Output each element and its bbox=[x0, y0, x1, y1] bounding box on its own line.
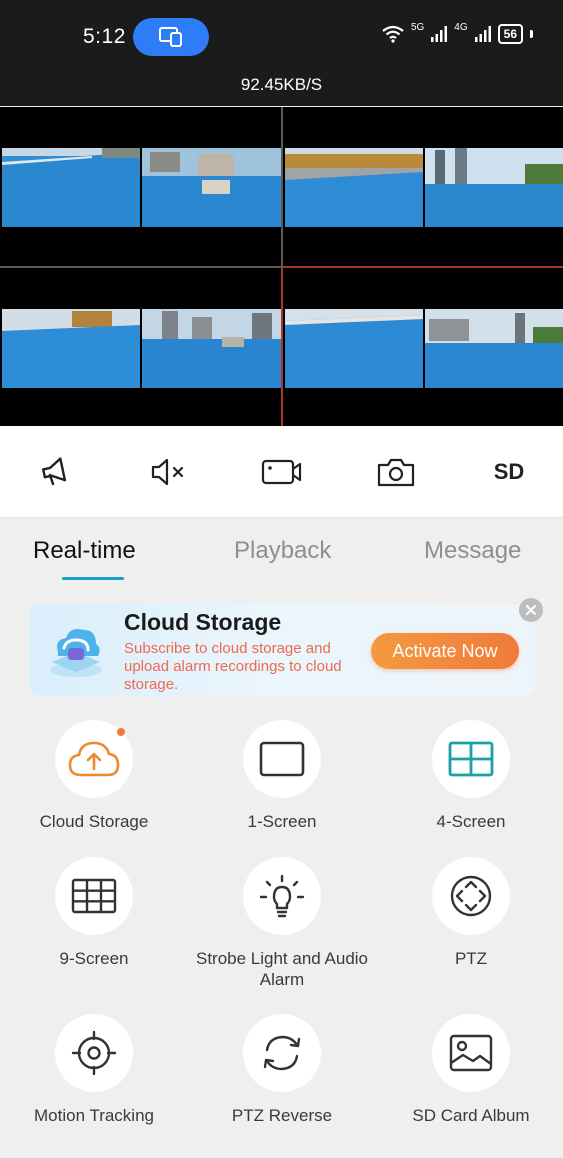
active-tab-indicator bbox=[62, 577, 124, 580]
video-cell-2[interactable] bbox=[283, 107, 563, 266]
ptz-icon bbox=[450, 875, 492, 917]
camera-feed-image bbox=[142, 148, 281, 227]
feature-ptz-reverse[interactable]: PTZ Reverse bbox=[188, 1014, 376, 1126]
screen-cast-icon bbox=[159, 27, 182, 47]
feature-icon-circle bbox=[55, 857, 133, 935]
feature-icon-circle bbox=[432, 857, 510, 935]
feature-cloud-storage[interactable]: Cloud Storage bbox=[0, 720, 188, 832]
screen-cast-button[interactable] bbox=[133, 18, 209, 56]
playback-control-bar: SD bbox=[0, 426, 563, 518]
feature-ptz[interactable]: PTZ bbox=[377, 857, 563, 969]
banner-description: Subscribe to cloud storage and upload al… bbox=[124, 640, 342, 693]
camera-feed-image bbox=[2, 148, 140, 227]
feature-icon-circle bbox=[55, 720, 133, 798]
battery-tip bbox=[530, 30, 533, 38]
crosshair-icon bbox=[71, 1030, 117, 1076]
snapshot-button[interactable] bbox=[374, 452, 418, 492]
feature-sd-card-album[interactable]: SD Card Album bbox=[377, 1014, 563, 1126]
tab-playback[interactable]: Playback bbox=[234, 537, 331, 565]
status-indicators: 5G 4G 56 bbox=[381, 21, 533, 44]
stream-speed-bar: 92.45KB/S bbox=[0, 75, 563, 106]
tab-bar: Real-time Playback Message bbox=[0, 519, 563, 589]
feature-icon-circle bbox=[243, 857, 321, 935]
nine-screen-icon bbox=[71, 878, 117, 914]
four-screen-icon bbox=[448, 741, 494, 777]
banner-title: Cloud Storage bbox=[124, 609, 282, 635]
feature-label: Strobe Light and Audio Alarm bbox=[195, 949, 369, 989]
mute-button[interactable] bbox=[147, 452, 191, 492]
signal-bars-icon bbox=[431, 26, 448, 42]
camera-feed-image bbox=[285, 309, 423, 388]
camera-feed-image bbox=[285, 148, 423, 227]
camera-feed-image bbox=[2, 309, 140, 388]
tab-message[interactable]: Message bbox=[424, 537, 521, 565]
close-icon bbox=[526, 605, 536, 615]
network-4g-label: 4G bbox=[454, 21, 468, 33]
feature-label: PTZ bbox=[454, 949, 488, 968]
feature-label: PTZ Reverse bbox=[231, 1106, 333, 1125]
feature-motion-tracking[interactable]: Motion Tracking bbox=[0, 1014, 188, 1126]
video-grid[interactable] bbox=[0, 107, 563, 427]
feature-label: 9-Screen bbox=[59, 949, 129, 968]
camera-feed-image bbox=[142, 309, 281, 388]
single-screen-icon bbox=[259, 741, 305, 777]
selected-cell-border bbox=[281, 268, 283, 426]
tab-real-time[interactable]: Real-time bbox=[33, 537, 136, 565]
stream-speed: 92.45KB/S bbox=[240, 75, 323, 94]
selected-cell-border bbox=[283, 266, 563, 268]
feature-4-screen[interactable]: 4-Screen bbox=[377, 720, 563, 832]
video-camera-icon bbox=[261, 459, 302, 485]
battery-indicator: 56 bbox=[497, 24, 523, 44]
network-5g-label: 5G bbox=[410, 21, 425, 33]
signal-bars-icon bbox=[474, 26, 491, 42]
feature-icon-circle bbox=[243, 1014, 321, 1092]
activate-now-button[interactable]: Activate Now bbox=[371, 633, 519, 669]
feature-icon-circle bbox=[432, 1014, 510, 1092]
image-album-icon bbox=[449, 1034, 493, 1072]
status-bar: 5:12 5G 4G 56 bbox=[0, 0, 563, 76]
feature-strobe-light-audio-alarm[interactable]: Strobe Light and Audio Alarm bbox=[188, 857, 376, 990]
feature-1-screen[interactable]: 1-Screen bbox=[188, 720, 376, 832]
resolution-toggle[interactable]: SD bbox=[487, 452, 531, 492]
wifi-icon bbox=[382, 25, 404, 43]
cloud-upload-icon bbox=[68, 741, 120, 777]
feature-label: SD Card Album bbox=[412, 1106, 530, 1125]
feature-icon-circle bbox=[55, 1014, 133, 1092]
cloud-storage-banner[interactable]: Cloud Storage Subscribe to cloud storage… bbox=[30, 604, 535, 696]
feature-9-screen[interactable]: 9-Screen bbox=[0, 857, 188, 969]
record-button[interactable] bbox=[260, 452, 304, 492]
rotate-icon bbox=[263, 1035, 301, 1071]
feature-label: Cloud Storage bbox=[39, 812, 149, 831]
camera-feed-image bbox=[425, 309, 563, 388]
feature-label: 4-Screen bbox=[436, 812, 506, 831]
feature-icon-circle bbox=[432, 720, 510, 798]
video-cell-1[interactable] bbox=[0, 107, 281, 266]
close-banner-button[interactable] bbox=[519, 598, 543, 622]
notification-dot bbox=[117, 728, 125, 736]
camera-feed-image bbox=[425, 148, 563, 227]
intercom-button[interactable] bbox=[33, 452, 77, 492]
feature-label: Motion Tracking bbox=[34, 1106, 154, 1125]
feature-label: 1-Screen bbox=[247, 812, 317, 831]
speaker-mute-icon bbox=[151, 458, 184, 486]
light-bulb-icon bbox=[259, 874, 305, 918]
feature-icon-circle bbox=[243, 720, 321, 798]
video-cell-4[interactable] bbox=[283, 268, 563, 427]
megaphone-icon bbox=[42, 457, 67, 486]
live-view-screen: 5:12 5G 4G 56 92.45KB/S SD Real-time Pla… bbox=[0, 0, 563, 1158]
cloud-storage-illustration bbox=[50, 629, 102, 677]
status-time: 5:12 bbox=[83, 25, 126, 48]
camera-icon bbox=[377, 458, 415, 487]
battery-level: 56 bbox=[503, 27, 517, 41]
video-cell-3[interactable] bbox=[0, 268, 281, 427]
